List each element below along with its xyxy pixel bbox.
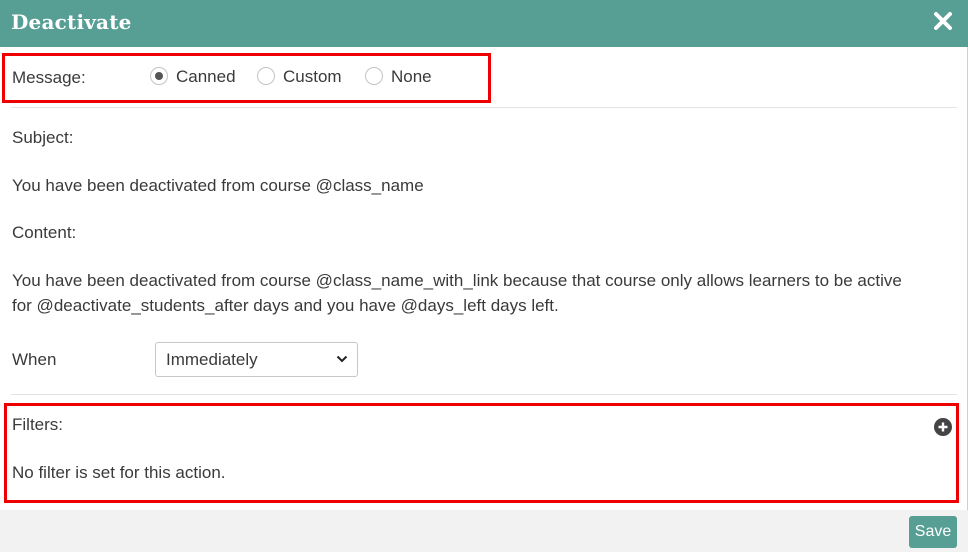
dialog-titlebar: Deactivate (0, 0, 968, 47)
content-label: Content: (12, 223, 77, 242)
message-highlight-box (2, 53, 491, 103)
dialog-footer (0, 510, 968, 552)
subject-value: You have been deactivated from course @c… (12, 176, 424, 195)
dialog-title: Deactivate (11, 10, 132, 34)
deactivate-dialog: Deactivate Message: Canned Custom None S… (0, 0, 968, 552)
chevron-down-icon (336, 355, 348, 363)
when-select-value: Immediately (166, 350, 258, 369)
when-label: When (12, 350, 57, 369)
divider (11, 394, 957, 395)
content-text-line-2: for @deactivate_students_after days and … (12, 296, 559, 315)
divider (11, 107, 957, 108)
subject-label: Subject: (12, 128, 74, 147)
close-icon[interactable] (932, 10, 954, 32)
save-button[interactable]: Save (909, 516, 957, 548)
when-select[interactable]: Immediately (155, 342, 358, 377)
filters-highlight-box (4, 403, 959, 503)
content-text-line-1: You have been deactivated from course @c… (12, 271, 902, 290)
